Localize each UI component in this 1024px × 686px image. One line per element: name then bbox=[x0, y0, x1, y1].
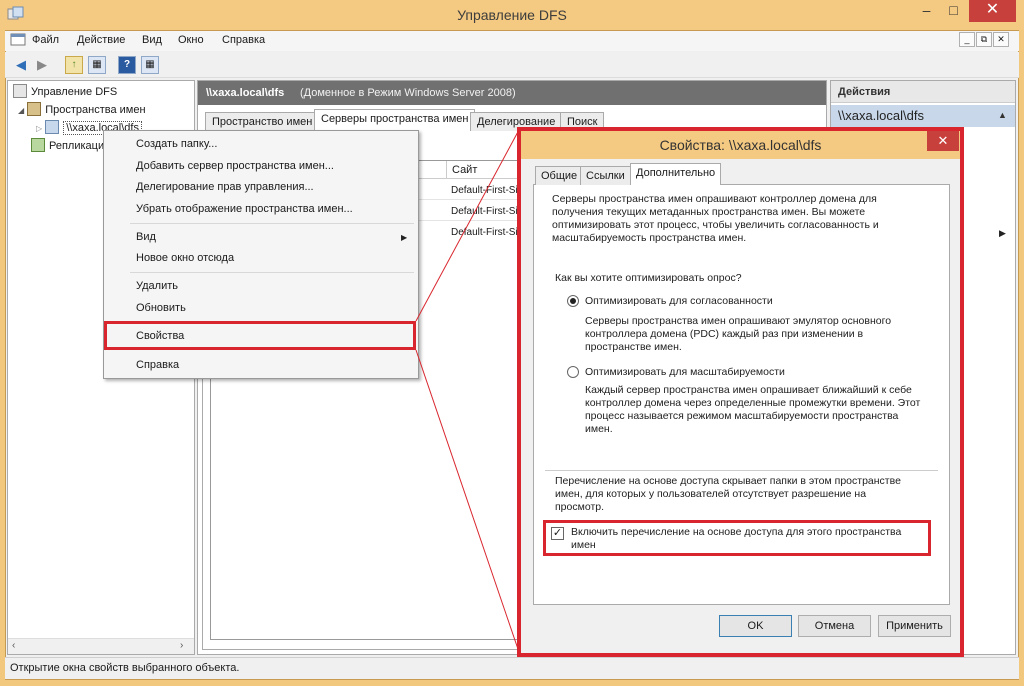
text-line: имен. bbox=[585, 423, 613, 435]
submenu-arrow-icon: ▶ bbox=[401, 233, 408, 242]
mdi-controls: _ ⧉ ✕ bbox=[958, 32, 1009, 47]
mdi-close-button[interactable]: ✕ bbox=[993, 32, 1009, 47]
tab-referrals[interactable]: Ссылки bbox=[580, 166, 631, 185]
menu-item-new-folder[interactable]: Создать папку... bbox=[136, 138, 217, 150]
menu-action[interactable]: Действие bbox=[77, 34, 125, 46]
tab-general[interactable]: Общие bbox=[535, 166, 584, 185]
ok-button[interactable]: OK bbox=[719, 615, 792, 637]
menu-separator bbox=[130, 272, 414, 273]
menu-item-delegate-permissions[interactable]: Делегирование прав управления... bbox=[136, 181, 314, 193]
scroll-left-icon[interactable]: ‹ bbox=[12, 640, 15, 651]
consistency-description: Серверы пространства имен опрашивают эму… bbox=[585, 315, 891, 354]
show-hide-tree-icon[interactable]: ▦ bbox=[88, 56, 106, 74]
menu-item-refresh[interactable]: Обновить bbox=[136, 302, 186, 314]
intro-text: Серверы пространства имен опрашивают кон… bbox=[552, 193, 879, 245]
details-title: \\xaxa.local\dfs bbox=[206, 87, 285, 99]
submenu-arrow-icon[interactable]: ▶ bbox=[999, 228, 1006, 239]
namespaces-icon bbox=[27, 102, 42, 116]
scroll-right-icon[interactable]: › bbox=[180, 640, 183, 651]
apply-button[interactable]: Применить bbox=[878, 615, 951, 637]
tree-item-root[interactable]: Управление DFS bbox=[13, 84, 117, 98]
menu-file[interactable]: Файл bbox=[32, 34, 59, 46]
text-line: контроллера домена (PDC) каждый раз при … bbox=[585, 328, 864, 340]
forward-arrow-icon[interactable]: ▶ bbox=[33, 56, 51, 74]
properties-highlight-frame bbox=[104, 321, 416, 350]
text-line: процесс называется режимом масштабируемо… bbox=[585, 410, 899, 422]
table-row[interactable]: Default-First-Si bbox=[451, 185, 518, 196]
column-divider bbox=[446, 161, 447, 179]
mdi-restore-button[interactable]: ⧉ bbox=[976, 32, 992, 47]
text-line: имен, для которых у пользователей отсутс… bbox=[555, 488, 867, 500]
radio-consistency[interactable] bbox=[567, 295, 579, 307]
menu-item-delete[interactable]: Удалить bbox=[136, 280, 178, 292]
text-line: Серверы пространства имен опрашивают кон… bbox=[552, 193, 877, 205]
collapse-arrow-icon[interactable]: ▷ bbox=[36, 124, 42, 133]
tree-item-namespaces[interactable]: ◢ Пространства имен bbox=[18, 102, 146, 116]
show-hide-action-pane-icon[interactable]: ▦ bbox=[141, 56, 159, 74]
console-icon bbox=[10, 33, 26, 46]
dialog-title: Свойства: \\xaxa.local\dfs bbox=[659, 137, 822, 153]
radio-scalability[interactable] bbox=[567, 366, 579, 378]
replication-icon bbox=[31, 138, 45, 152]
status-text: Открытие окна свойств выбранного объекта… bbox=[10, 662, 240, 674]
menu-help[interactable]: Справка bbox=[222, 34, 265, 46]
back-arrow-icon[interactable]: ◀ bbox=[12, 56, 30, 74]
polling-question: Как вы хотите оптимизировать опрос? bbox=[555, 272, 742, 284]
details-subtitle: (Доменное в Режим Windows Server 2008) bbox=[300, 87, 516, 99]
up-folder-icon[interactable]: ↑ bbox=[65, 56, 83, 74]
tab-advanced[interactable]: Дополнительно bbox=[630, 163, 722, 185]
collapse-section-icon[interactable]: ▲ bbox=[998, 110, 1007, 120]
cancel-button[interactable]: Отмена bbox=[798, 615, 871, 637]
text-line: просмотр. bbox=[555, 501, 605, 513]
menu-window[interactable]: Окно bbox=[178, 34, 204, 46]
minimize-button[interactable]: – bbox=[913, 0, 940, 22]
menu-item-help[interactable]: Справка bbox=[136, 359, 179, 371]
column-header-site[interactable]: Сайт bbox=[452, 164, 477, 176]
text-line: Серверы пространства имен опрашивают эму… bbox=[585, 315, 892, 327]
text-line: получения текущих метаданных пространств… bbox=[552, 206, 866, 218]
tab-namespace[interactable]: Пространство имен bbox=[205, 112, 320, 131]
text-line: Перечисление на основе доступа скрывает … bbox=[555, 475, 901, 487]
tree-horizontal-scrollbar[interactable]: ‹ › bbox=[8, 638, 194, 654]
radio-consistency-label[interactable]: Оптимизировать для согласованности bbox=[585, 295, 773, 308]
text-line: Каждый сервер пространства имен опрашива… bbox=[585, 384, 912, 396]
tree-label-root: Управление DFS bbox=[31, 86, 118, 98]
dfs-management-icon bbox=[13, 84, 27, 98]
dialog-separator bbox=[545, 470, 938, 471]
maximize-button[interactable]: □ bbox=[940, 0, 967, 22]
text-line: масштабируемость пространства имен. bbox=[552, 232, 747, 244]
text-line: оптимизировать этот процесс, чтобы увели… bbox=[552, 219, 879, 231]
dialog-close-button[interactable]: ✕ bbox=[927, 131, 959, 151]
menu-item-remove-namespace-display[interactable]: Убрать отображение пространства имен... bbox=[136, 203, 353, 215]
mdi-minimize-button[interactable]: _ bbox=[959, 32, 975, 47]
text-line: пространстве имен. bbox=[585, 341, 682, 353]
actions-title: Действия bbox=[838, 86, 891, 98]
menu-view[interactable]: Вид bbox=[142, 34, 162, 46]
help-icon[interactable]: ? bbox=[118, 56, 136, 74]
table-row[interactable]: Default-First-Si bbox=[451, 206, 518, 217]
menu-separator bbox=[130, 223, 414, 224]
menu-item-new-window[interactable]: Новое окно отсюда bbox=[136, 252, 234, 264]
actions-section-label: \\xaxa.local\dfs bbox=[838, 108, 924, 123]
tree-label-namespaces: Пространства имен bbox=[45, 104, 146, 116]
close-button[interactable]: ✕ bbox=[969, 0, 1016, 22]
abe-description: Перечисление на основе доступа скрывает … bbox=[555, 475, 901, 514]
tree-item-replication[interactable]: Репликация bbox=[31, 138, 110, 152]
menu-item-add-namespace-server[interactable]: Добавить сервер пространства имен... bbox=[136, 160, 334, 172]
menu-item-view[interactable]: Вид bbox=[136, 231, 156, 243]
text-line: контроллер домена через определенные про… bbox=[585, 397, 921, 409]
tab-namespace-servers[interactable]: Серверы пространства имен bbox=[314, 109, 476, 131]
scalability-description: Каждый сервер пространства имен опрашива… bbox=[585, 384, 920, 436]
radio-scalability-label[interactable]: Оптимизировать для масштабируемости bbox=[585, 366, 785, 379]
table-row[interactable]: Default-First-Si bbox=[451, 227, 518, 238]
checkbox-highlight-frame bbox=[543, 520, 931, 556]
window-title: Управление DFS bbox=[457, 7, 567, 23]
namespace-icon bbox=[45, 120, 60, 134]
expand-arrow-icon[interactable]: ◢ bbox=[18, 106, 24, 115]
tree-label-replication: Репликация bbox=[49, 140, 111, 152]
